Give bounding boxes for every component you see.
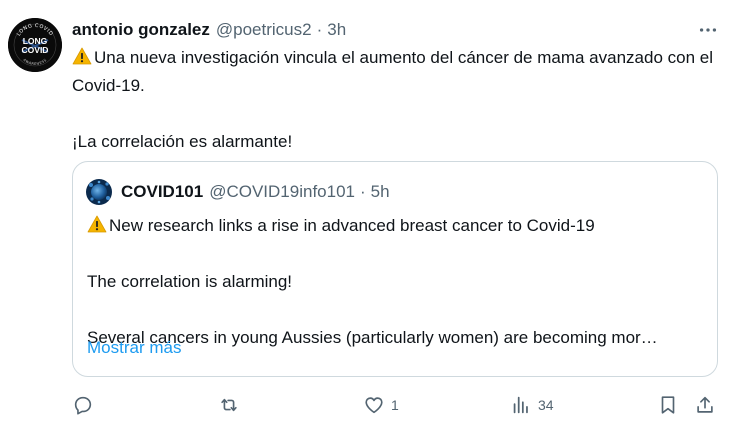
quoted-tweet[interactable]: COVID101 @COVID19info101 · 5h New resear…	[72, 161, 718, 377]
author-name[interactable]: antonio gonzalez	[72, 20, 210, 40]
quoted-author-avatar	[86, 179, 112, 205]
author-handle[interactable]: @poetricus2	[216, 20, 312, 40]
quoted-author-handle: @COVID19info101	[209, 182, 355, 201]
quoted-tweet-header: COVID101 @COVID19info101 · 5h	[121, 180, 390, 204]
tweet-timestamp[interactable]: 3h	[327, 20, 346, 40]
more-dots-icon	[699, 28, 717, 32]
quoted-author-name: COVID101	[121, 182, 204, 201]
bookmark-button[interactable]	[657, 390, 679, 420]
like-count: 1	[391, 397, 399, 413]
virus-avatar-icon	[86, 179, 112, 205]
long-covid-badge-icon: LONG COVID AWARENESS LONG COVID	[8, 18, 62, 72]
tweet-header: antonio gonzalez @poetricus2 · 3h	[72, 18, 346, 42]
tweet-text: Una nueva investigación vincula el aumen…	[72, 44, 732, 156]
views-icon	[513, 396, 528, 414]
views-button[interactable]: 34	[510, 390, 554, 420]
share-icon	[697, 396, 713, 413]
views-count: 34	[538, 397, 554, 413]
tweet-text-line2: ¡La correlación es alarmante!	[72, 132, 293, 151]
quoted-tweet-text: New research links a rise in advanced br…	[87, 212, 707, 352]
tweet: LONG COVID AWARENESS LONG COVID antonio …	[0, 0, 746, 440]
share-button[interactable]	[694, 390, 716, 420]
quoted-header-separator: ·	[359, 182, 366, 201]
quoted-text-line1: New research links a rise in advanced br…	[109, 216, 595, 235]
warning-icon	[72, 47, 92, 65]
show-more-link[interactable]: Mostrar más	[87, 338, 181, 358]
quoted-text-line2: The correlation is alarming!	[87, 272, 293, 291]
more-options-button[interactable]	[692, 18, 724, 42]
bookmark-icon	[661, 396, 675, 414]
svg-text:COVID: COVID	[22, 45, 49, 55]
warning-icon	[87, 215, 107, 233]
retweet-icon	[221, 398, 237, 412]
reply-button[interactable]	[72, 390, 100, 420]
author-avatar[interactable]: LONG COVID AWARENESS LONG COVID	[8, 18, 62, 72]
like-button[interactable]: 1	[363, 390, 399, 420]
action-bar: 1 34	[0, 390, 746, 420]
retweet-button[interactable]	[218, 390, 246, 420]
tweet-text-line1: Una nueva investigación vincula el aumen…	[72, 48, 713, 95]
reply-icon	[74, 396, 92, 415]
quoted-tweet-timestamp: 5h	[370, 182, 390, 201]
heart-icon	[365, 397, 383, 414]
header-separator: ·	[316, 20, 323, 39]
